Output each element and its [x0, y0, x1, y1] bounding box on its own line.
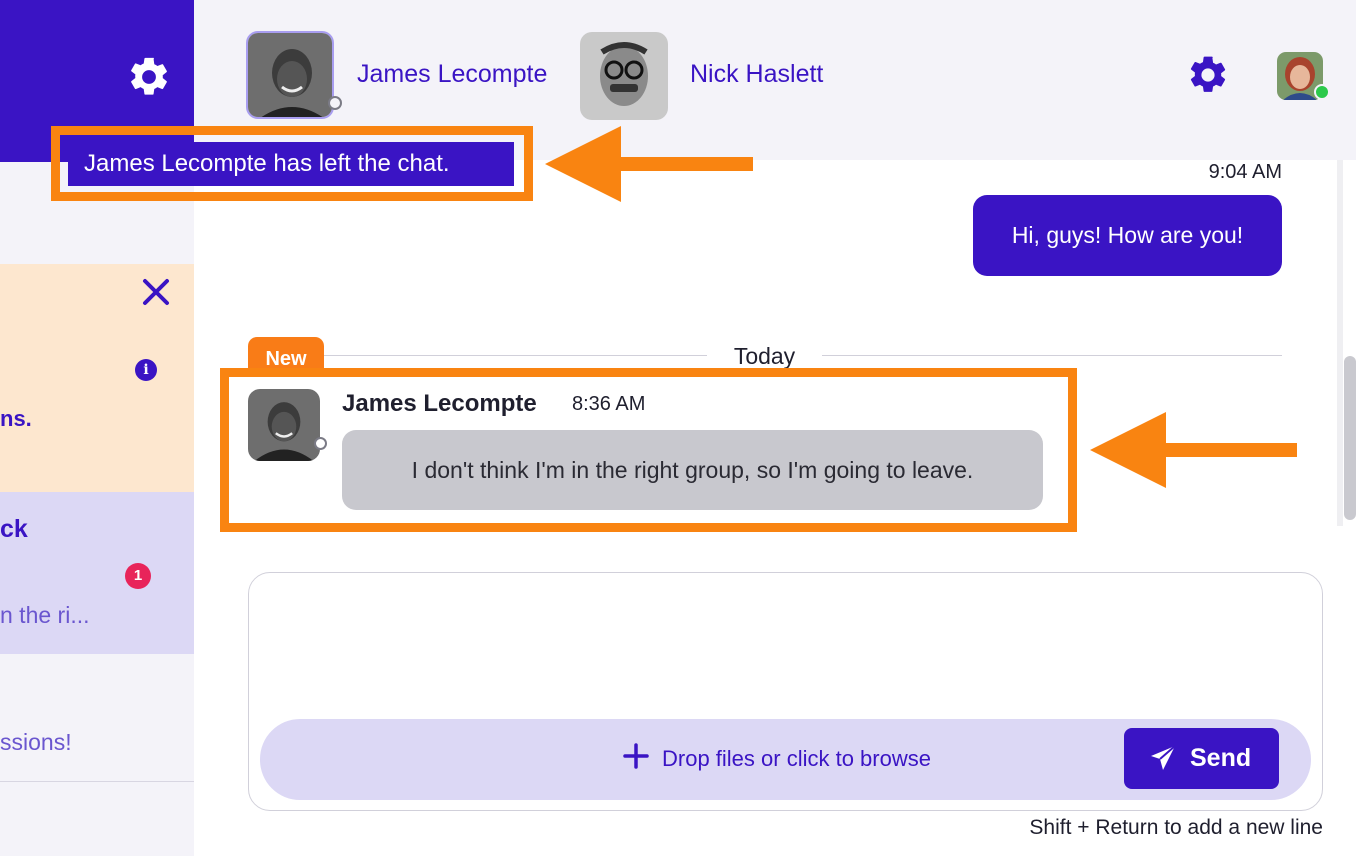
- date-separator: Today: [707, 343, 822, 370]
- person-portrait-icon: [580, 32, 668, 120]
- participant-name[interactable]: Nick Haslett: [690, 60, 823, 89]
- chat-name: ck: [0, 515, 28, 543]
- gear-icon[interactable]: [126, 54, 172, 100]
- date-divider-line: [822, 355, 1282, 356]
- notice-text: ns.: [0, 406, 32, 431]
- avatar[interactable]: [246, 31, 334, 119]
- sidebar-item-active-chat[interactable]: [0, 492, 194, 654]
- sidebar-item-chat-preview[interactable]: ssions!: [0, 729, 72, 756]
- person-portrait-icon: [248, 33, 332, 117]
- dropzone-label: Drop files or click to browse: [662, 746, 931, 771]
- chat-preview: n the ri...: [0, 602, 90, 628]
- scrollbar-track: [1337, 160, 1343, 526]
- online-indicator: [1314, 84, 1330, 100]
- status-indicator: [328, 96, 342, 110]
- message-input[interactable]: [264, 588, 1304, 706]
- paper-plane-icon: [1151, 745, 1176, 770]
- plus-icon: [623, 743, 649, 769]
- arrow-left-icon: [1090, 412, 1297, 488]
- participant-name[interactable]: James Lecompte: [357, 60, 547, 89]
- close-icon[interactable]: [140, 276, 172, 308]
- avatar[interactable]: [580, 32, 668, 120]
- composer-hint: Shift + Return to add a new line: [1029, 816, 1323, 839]
- highlight-box: [220, 368, 1077, 532]
- send-label: Send: [1190, 744, 1252, 772]
- date-divider-line: [324, 355, 707, 356]
- arrow-left-icon: [545, 126, 753, 202]
- info-icon[interactable]: i: [135, 359, 157, 381]
- outgoing-message: Hi, guys! How are you!: [973, 195, 1282, 276]
- sidebar-divider: [0, 781, 194, 782]
- unread-badge: 1: [125, 563, 151, 589]
- highlight-box: [51, 126, 533, 201]
- scrollbar-thumb[interactable]: [1344, 356, 1356, 520]
- message-time: 9:04 AM: [1208, 161, 1282, 183]
- gear-icon[interactable]: [1186, 53, 1230, 97]
